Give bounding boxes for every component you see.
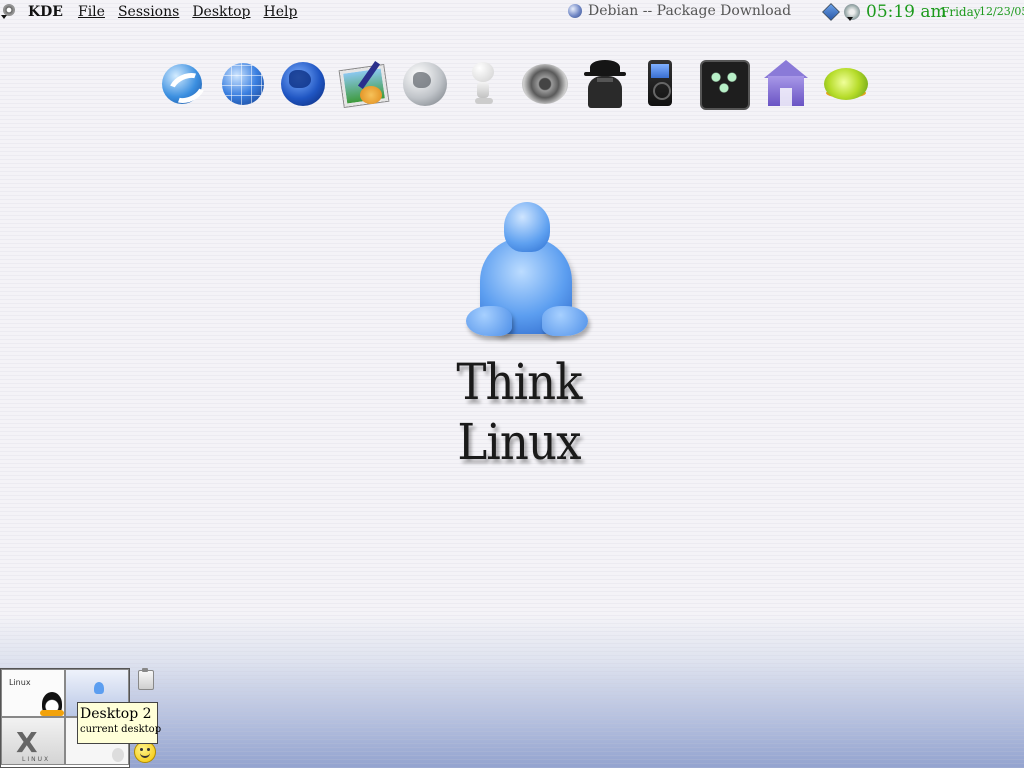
lime-icon[interactable] — [820, 58, 872, 110]
clock-time[interactable]: 05:19 am — [866, 0, 947, 24]
smiley-icon[interactable] — [134, 741, 156, 763]
mini-tux-icon — [94, 682, 104, 694]
kde-menu-button[interactable] — [0, 0, 22, 24]
top-menubar: KDE File Sessions Desktop Help Debian --… — [0, 0, 1024, 24]
desktop1-label: Linux — [9, 678, 31, 687]
system-tray — [822, 3, 864, 21]
window-title-text: Debian -- Package Download — [588, 3, 792, 19]
pager-tooltip: Desktop 2 current desktop — [77, 702, 162, 744]
clock-day: Friday — [941, 5, 981, 19]
menu-file[interactable]: File — [78, 0, 105, 24]
desktop3-label: LINUX — [22, 756, 51, 763]
menu-desktop[interactable]: Desktop — [192, 0, 250, 24]
network-icon[interactable] — [822, 3, 840, 21]
dropdown-arrow-icon — [1, 15, 7, 19]
wallpaper-slogan: Think Linux — [456, 353, 582, 471]
silver-globe-icon[interactable] — [399, 58, 451, 110]
dropdown-arrow-icon — [847, 17, 853, 21]
chat-icon[interactable] — [156, 58, 211, 110]
tooltip-subtitle: current desktop — [80, 724, 162, 735]
clock-date: 12/23/05 — [979, 5, 1024, 18]
active-window-title[interactable]: Debian -- Package Download — [568, 3, 791, 19]
mini-figure-icon — [112, 748, 124, 762]
clipboard-icon[interactable] — [138, 668, 154, 690]
penguin-feet-icon — [40, 710, 64, 716]
pager-desktop-1[interactable]: Linux — [1, 669, 65, 717]
window-globe-icon — [568, 4, 582, 18]
media-player-icon[interactable] — [640, 58, 692, 110]
menu-help[interactable]: Help — [264, 0, 298, 24]
tux-logo-icon — [466, 202, 588, 342]
speaker-icon[interactable] — [520, 58, 572, 110]
launcher-dock — [156, 58, 870, 114]
sound-icon[interactable] — [844, 4, 860, 21]
world-globe-icon[interactable] — [277, 58, 329, 110]
spy-icon[interactable] — [580, 58, 632, 110]
robot-icon[interactable] — [462, 58, 514, 110]
pager-desktop-3[interactable]: X LINUX — [1, 717, 65, 765]
menu-sessions[interactable]: Sessions — [118, 0, 179, 24]
games-icon[interactable] — [698, 58, 750, 110]
menubar-left: KDE File Sessions Desktop Help — [0, 0, 310, 24]
x-logo-icon: X — [16, 726, 38, 759]
web-globe-icon[interactable] — [216, 58, 268, 110]
home-icon[interactable] — [760, 58, 812, 110]
paint-icon[interactable] — [338, 58, 390, 110]
app-name[interactable]: KDE — [28, 0, 63, 24]
tooltip-title: Desktop 2 — [80, 706, 152, 722]
